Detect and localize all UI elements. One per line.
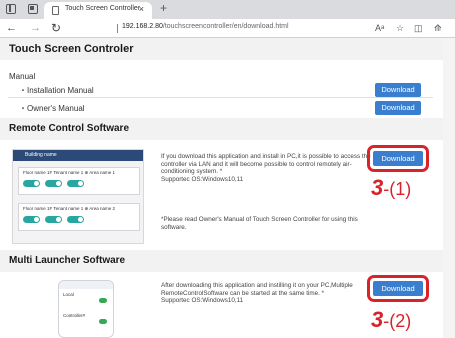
split-screen-icon[interactable]: ◫ bbox=[414, 22, 423, 34]
launcher-desc-line: After downloading this application and i… bbox=[161, 282, 353, 289]
remote-desc-line: conditioning system. * bbox=[161, 168, 223, 176]
thumb-toggle bbox=[67, 180, 84, 187]
favorite-star-icon[interactable]: ☆ bbox=[396, 22, 404, 34]
step-callout-3-2: 3-(2) bbox=[371, 307, 412, 332]
remote-description: If you download this application and ins… bbox=[161, 153, 371, 183]
remote-desc-line: Supportec OS:Windows10,11 bbox=[161, 175, 244, 183]
step-number: 3 bbox=[371, 175, 384, 200]
workspaces-icon[interactable] bbox=[6, 4, 16, 14]
address-bar: ← → ↻ 192.168.2.80/touchscreencontroller… bbox=[0, 19, 455, 38]
thumb-row-label: Local bbox=[63, 292, 74, 297]
thumb-header bbox=[59, 281, 113, 289]
download-installation-manual-button[interactable]: Download bbox=[375, 83, 421, 97]
thumb-toggle bbox=[23, 216, 40, 223]
url-host: 192.168.2.80 bbox=[122, 23, 163, 30]
thumb-row: Local bbox=[63, 292, 109, 303]
tab-title: Touch Screen Controller bbox=[65, 5, 141, 12]
thumb-area-card: Floor name 1F Tenant name 1 ⊕ Area name … bbox=[18, 203, 140, 231]
remote-heading: Remote Control Software bbox=[9, 123, 130, 134]
download-remote-control-button[interactable]: Download bbox=[373, 151, 423, 166]
thumb-toggle bbox=[45, 180, 62, 187]
launcher-software-screenshot: Local Controller# bbox=[58, 280, 114, 338]
step-number: 3 bbox=[371, 307, 384, 332]
new-tab-button[interactable]: + bbox=[160, 1, 167, 16]
manual-heading: Manual bbox=[9, 72, 36, 81]
thumb-area-card: Floor name 1F Tenant name 1 ⊕ Area name … bbox=[18, 167, 140, 195]
browser-tab-bar: Touch Screen Controller × + bbox=[0, 0, 455, 19]
remote-desc-line: controller via LAN and it will become po… bbox=[161, 160, 352, 168]
thumb-card-label: Floor name 1F Tenant name 1 ⊕ Area name … bbox=[23, 206, 115, 211]
forward-arrow-icon[interactable]: → bbox=[30, 21, 41, 35]
launcher-desc-line: Supportec OS:Windows10,11 bbox=[161, 297, 244, 305]
manual-divider bbox=[8, 97, 433, 98]
manual-item-owners: ・Owner's Manual bbox=[19, 104, 85, 113]
manual-item-installation: ・Installation Manual bbox=[19, 86, 94, 95]
page-title: Touch Screen Controler bbox=[9, 43, 134, 55]
thumb-toggle bbox=[99, 298, 107, 303]
back-arrow-icon[interactable]: ← bbox=[6, 21, 17, 35]
read-aloud-icon[interactable]: Aᵃ bbox=[375, 22, 384, 34]
page-scroll-gutter[interactable] bbox=[443, 38, 455, 338]
remote-note-line: software. bbox=[161, 223, 187, 231]
remote-desc-line: If you download this application and ins… bbox=[161, 153, 371, 160]
remote-software-screenshot: Building name Floor name 1F Tenant name … bbox=[12, 149, 144, 244]
thumb-row: Controller# bbox=[63, 313, 109, 324]
launcher-description: After downloading this application and i… bbox=[161, 282, 353, 305]
url-path: /touchscreencontroller/en/download.html bbox=[162, 23, 289, 30]
url-separator bbox=[117, 24, 118, 33]
thumb-toggle bbox=[45, 216, 62, 223]
thumb-row-label: Controller# bbox=[63, 313, 86, 318]
launcher-desc-line: RemoteControlSoftware can be started at … bbox=[161, 289, 325, 297]
tab-close-icon[interactable]: × bbox=[139, 4, 144, 14]
browser-tab[interactable]: Touch Screen Controller × bbox=[44, 2, 152, 19]
remote-note: *Please read Owner's Manual of Touch Scr… bbox=[161, 216, 358, 231]
download-owners-manual-button[interactable]: Download bbox=[375, 101, 421, 115]
launcher-heading: Multi Launcher Software bbox=[9, 255, 126, 266]
thumb-toggle bbox=[99, 319, 107, 324]
collections-icon[interactable]: ⟰ bbox=[434, 22, 442, 34]
download-multi-launcher-button[interactable]: Download bbox=[373, 281, 423, 296]
tab-actions-icon[interactable] bbox=[28, 4, 38, 14]
thumb-header: Building name bbox=[13, 150, 143, 161]
thumb-toggle bbox=[67, 216, 84, 223]
thumb-card-label: Floor name 1F Tenant name 1 ⊕ Area name … bbox=[23, 170, 115, 175]
step-suffix: -(1) bbox=[383, 179, 412, 199]
reload-icon[interactable]: ↻ bbox=[51, 21, 61, 35]
step-suffix: -(2) bbox=[383, 311, 412, 331]
thumb-title: Building name bbox=[25, 152, 57, 158]
page-icon bbox=[52, 6, 59, 15]
url-field[interactable]: 192.168.2.80/touchscreencontroller/en/do… bbox=[122, 23, 289, 30]
step-callout-3-1: 3-(1) bbox=[371, 175, 412, 200]
thumb-toggle bbox=[23, 180, 40, 187]
remote-note-line: *Please read Owner's Manual of Touch Scr… bbox=[161, 216, 358, 223]
